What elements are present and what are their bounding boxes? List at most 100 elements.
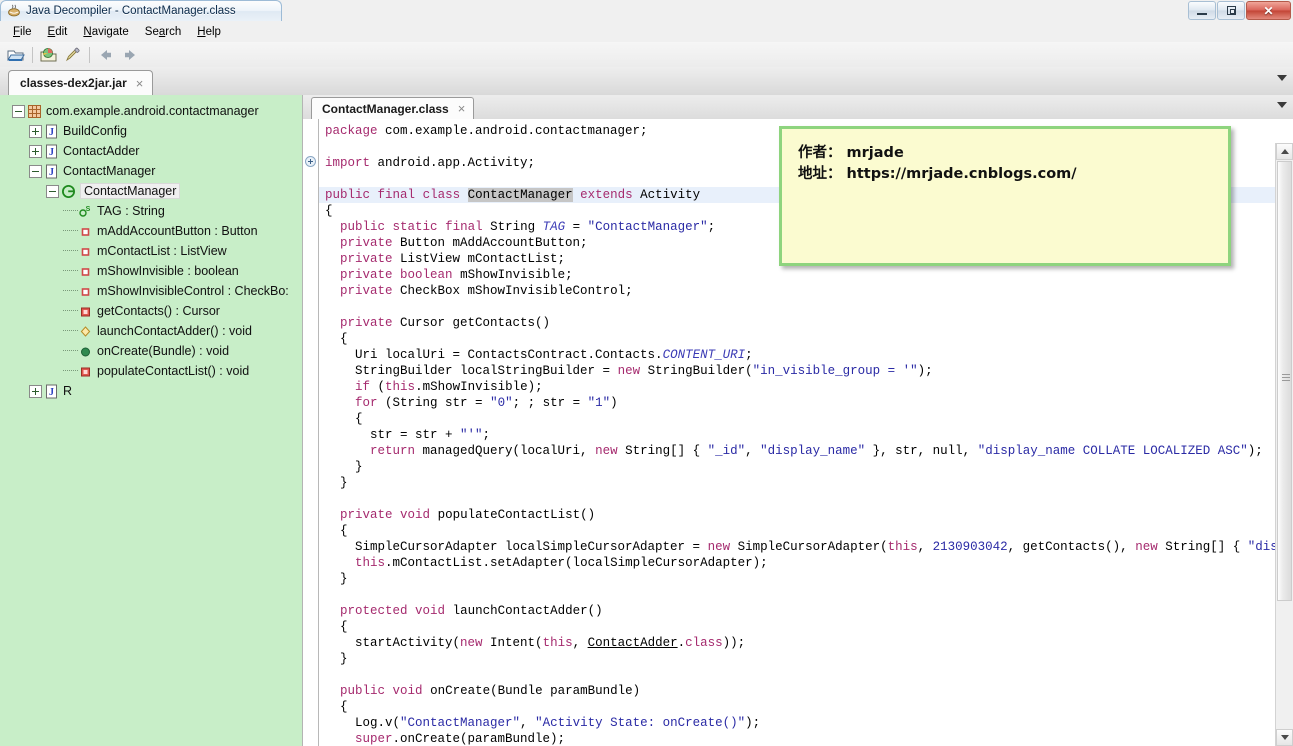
tree-node[interactable]: mShowInvisible : boolean [4,261,302,281]
field-icon [78,284,93,299]
tree-node[interactable]: getContacts() : Cursor [4,301,302,321]
code-line: private Cursor getContacts() [340,316,551,330]
tree-node-label: mShowInvisible : boolean [97,264,239,278]
tree-node[interactable]: JR [4,381,302,401]
forward-button[interactable] [118,44,142,66]
scroll-up-button[interactable] [1276,143,1293,160]
tree-node[interactable]: populateContactList() : void [4,361,302,381]
open-type-button[interactable] [37,44,61,66]
menu-search[interactable]: Search [138,24,188,40]
collapse-icon[interactable] [29,164,42,178]
package-icon [28,104,41,118]
package-tree: com.example.android.contactmanager J Buil… [0,95,302,401]
class-green-icon [61,184,76,199]
tree-node[interactable]: mShowInvisibleControl : CheckBo: [4,281,302,301]
menu-help[interactable]: Help [190,24,228,40]
tree-node[interactable]: S TAG : String [4,201,302,221]
java-class-icon: J [44,384,59,399]
menu-navigate[interactable]: Navigate [76,24,135,40]
static-field-icon: S [79,206,91,217]
scroll-down-button[interactable] [1276,729,1293,746]
search-icon [65,47,80,61]
tree-node[interactable]: mContactList : ListView [4,241,302,261]
collapse-icon[interactable] [12,104,25,118]
code-gutter [303,119,319,746]
tree-node-label: BuildConfig [63,124,127,138]
window-title: Java Decompiler - ContactManager.class [26,5,236,17]
java-class-icon: J [46,124,57,138]
field-icon [81,287,90,296]
java-class-icon: J [46,144,57,158]
tree-node[interactable]: onCreate(Bundle) : void [4,341,302,361]
editor-tab-overflow-icon[interactable] [1277,102,1287,108]
svg-text:J: J [49,387,54,398]
code-line: if (this.mShowInvisible); [355,380,543,394]
tree-guide-line [63,250,78,252]
open-file-button[interactable] [4,44,28,66]
vertical-scrollbar[interactable] [1275,143,1293,746]
close-button[interactable]: ✕ [1246,1,1291,20]
tree-guide-line [63,370,78,372]
collapse-icon[interactable] [46,184,59,198]
expand-icon[interactable] [29,384,42,398]
jar-tab-close-icon[interactable]: × [136,77,144,90]
tree-node[interactable]: com.example.android.contactmanager [4,101,302,121]
tree-node[interactable]: ContactManager [4,181,302,201]
editor-tab-contactmanager[interactable]: ContactManager.class × [311,97,475,119]
method-protected-icon [80,325,91,337]
expand-icon[interactable] [29,124,42,138]
static-field-icon: S [78,204,93,219]
tree-node-label: R [63,384,73,398]
search-button[interactable] [61,44,85,66]
tree-node-label: mShowInvisibleControl : CheckBo: [97,284,289,298]
code-line: } [325,476,348,490]
tree-node[interactable]: mAddAccountButton : Button [4,221,302,241]
tree-node[interactable]: J ContactManager [4,161,302,181]
editor-tab-close-icon[interactable]: × [458,102,466,115]
code-line: { [325,700,348,714]
code-line: { [325,524,348,538]
toolbar [0,42,1293,68]
svg-text:J: J [49,127,54,138]
tree-node-label: mContactList : ListView [97,244,227,258]
restore-button[interactable] [1217,1,1245,20]
method-protected-icon [78,324,93,339]
tree-node[interactable]: J BuildConfig [4,121,302,141]
minimize-button[interactable] [1188,1,1216,20]
menu-edit[interactable]: Edit [41,24,75,40]
open-file-icon [7,50,25,61]
tree-guide-line [63,270,78,272]
callout-address-line: 地址： https://mrjade.cnblogs.com/ [798,166,1077,182]
tree-guide-line [63,230,78,232]
back-arrow-icon [101,49,111,60]
expand-icon[interactable] [29,144,42,158]
java-class-icon: J [44,164,59,179]
svg-text:J: J [49,147,54,158]
field-icon [81,247,90,256]
tree-node-label: ContactAdder [63,144,140,158]
java-class-icon: J [46,384,57,398]
java-decompiler-icon [8,4,20,17]
jar-tab-classes-dex2jar[interactable]: classes-dex2jar.jar × [8,70,154,95]
scrollbar-thumb[interactable] [1277,161,1292,601]
method-private-icon [78,304,93,319]
package-tree-panel[interactable]: com.example.android.contactmanager J Buil… [0,95,303,746]
field-icon [78,264,93,279]
tree-node[interactable]: launchContactAdder() : void [4,321,302,341]
tree-node-label: TAG : String [97,204,165,218]
field-icon [81,267,90,276]
code-line: } [325,572,348,586]
title-bar: Java Decompiler - ContactManager.class [0,0,282,21]
code-line: private boolean mShowInvisible; [340,268,573,282]
forward-arrow-icon [125,49,135,60]
java-class-icon: J [44,124,59,139]
jar-tab-label: classes-dex2jar.jar [20,76,127,90]
jar-tab-overflow-icon[interactable] [1277,75,1287,81]
tree-node[interactable]: J ContactAdder [4,141,302,161]
tree-node-label: com.example.android.contactmanager [46,104,259,118]
back-button[interactable] [94,44,118,66]
menu-file[interactable]: File [6,24,39,40]
fold-toggle-icon[interactable] [305,156,316,167]
scrollbar-grip [1282,374,1290,381]
tree-guide-line [63,350,78,352]
